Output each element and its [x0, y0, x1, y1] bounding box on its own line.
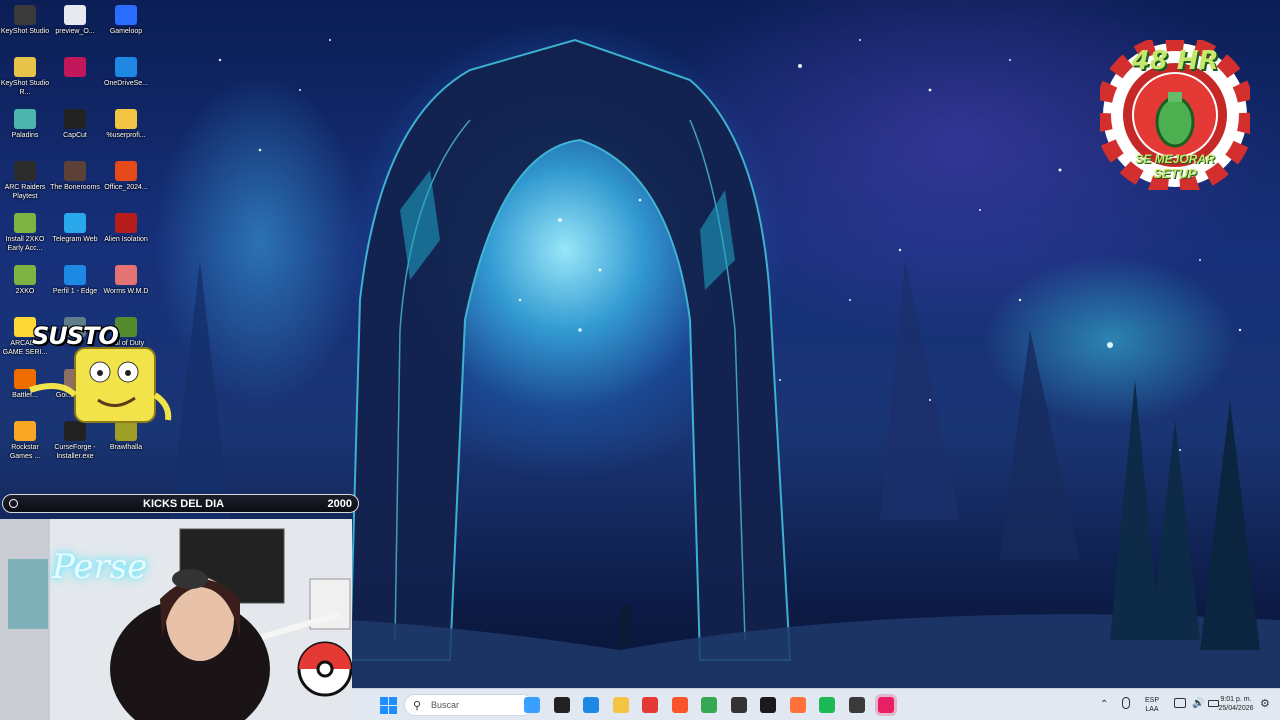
desktop-icon[interactable]: Worms W.M.D — [101, 265, 151, 296]
kicks-count: 2000 — [327, 498, 352, 510]
desktop-icon[interactable]: Office_2024... — [101, 161, 151, 192]
app-icon — [14, 109, 36, 129]
desktop-icon-label: Telegram Web — [52, 236, 98, 243]
clock-time: 9:01 p. m. — [1220, 696, 1252, 703]
stream-badge-48hr: 48 HR SE MEJORAR SETUP — [1095, 35, 1255, 195]
app-icon — [64, 57, 86, 77]
desktop-icon-label: Rockstar Games ... — [9, 444, 41, 460]
desktop-icon[interactable]: CapCut — [50, 109, 100, 140]
kicks-counter-bar: KICKS DEL DIA 2000 — [2, 494, 359, 513]
search-icon: ⚲ — [413, 700, 422, 712]
app-icon — [14, 161, 36, 181]
susto-text: SUSTO — [32, 322, 119, 350]
desktop-icon-label: KeyShot Studio — [0, 28, 50, 35]
desktop-icon[interactable]: 2XKO — [0, 265, 50, 296]
opera-icon[interactable] — [642, 697, 658, 713]
desktop-icon-label: KeyShot Studio R... — [0, 80, 50, 96]
app-icon — [64, 265, 86, 285]
desktop-icon[interactable] — [50, 57, 100, 79]
search-placeholder: Buscar — [431, 700, 460, 710]
desktop-icon-label: Alien Isolation — [104, 236, 148, 243]
windows-logo-icon — [380, 697, 397, 714]
desktop-icon-label: CurseForge - Installer.exe — [54, 444, 96, 460]
app-icon — [14, 265, 36, 285]
language-code: ESP — [1144, 697, 1159, 704]
keyboard-layout: LAA — [1145, 706, 1159, 713]
desktop-icon-label: Office_2024... — [104, 184, 148, 191]
language-indicator[interactable]: ESP LAA — [1140, 696, 1164, 714]
desktop-icon-label: preview_O... — [55, 28, 95, 35]
app-icon — [115, 213, 137, 233]
app-icon — [115, 161, 137, 181]
desktop-icon[interactable]: preview_O... — [50, 5, 100, 36]
clock-date: 25/04/2026 — [1218, 705, 1254, 712]
desktop-icon[interactable]: Gameloop — [101, 5, 151, 36]
desktop-icon[interactable]: %userprofi... — [101, 109, 151, 140]
desktop-icon-label: Brawlhalla — [109, 444, 143, 451]
edge-icon[interactable] — [583, 697, 599, 713]
chrome-icon[interactable] — [701, 697, 717, 713]
epic-games-icon[interactable] — [760, 697, 776, 713]
app-icon — [115, 109, 137, 129]
app-icon — [64, 109, 86, 129]
desktop-icon-label: The Bonerooms — [50, 184, 100, 191]
spotify-icon[interactable] — [819, 697, 835, 713]
app-icon — [64, 5, 86, 25]
desktop-icon[interactable]: The Bonerooms — [50, 161, 100, 192]
kicks-label: KICKS DEL DIA — [143, 498, 225, 510]
unity-icon[interactable] — [730, 697, 747, 713]
desktop-icon-label: Perfil 1 - Edge — [52, 288, 98, 295]
app-icon — [14, 213, 36, 233]
notifications-icon[interactable]: ⚙ — [1260, 697, 1270, 710]
desktop-icon[interactable]: OneDriveSe... — [101, 57, 151, 88]
app-icon — [64, 213, 86, 233]
clock[interactable]: 9:01 p. m. 25/04/2026 — [1214, 695, 1258, 713]
app-icon — [115, 265, 137, 285]
desktop-icon-label: %userprofi... — [106, 132, 146, 139]
firefox-icon[interactable] — [789, 697, 806, 713]
tray-chevron-icon[interactable]: ⌃ — [1100, 699, 1108, 710]
desktop-icon[interactable]: KeyShot Studio — [0, 5, 50, 36]
app-icon — [64, 161, 86, 181]
start-button[interactable] — [380, 697, 397, 714]
obs-icon[interactable] — [848, 697, 865, 713]
network-icon[interactable] — [1174, 698, 1186, 708]
microphone-icon[interactable] — [1122, 697, 1130, 709]
desktop-icon[interactable]: Paladins — [0, 109, 50, 140]
badge-bottom-text-1: SE MEJORAR — [1135, 152, 1215, 166]
desktop-icon-label: Paladins — [11, 132, 39, 139]
kicks-dot-icon — [9, 499, 18, 508]
badge-top-text: 48 HR — [1131, 46, 1219, 76]
badge-bottom-text-2: SETUP — [1153, 166, 1197, 181]
taskbar-search-box[interactable]: ⚲ Buscar — [404, 694, 534, 716]
desktop-icon[interactable]: Install 2XKO Early Acc... — [0, 213, 50, 253]
terminal-icon[interactable] — [553, 697, 570, 713]
app-icon — [115, 5, 137, 25]
desktop-icon-label: Gameloop — [109, 28, 143, 35]
desktop-icon[interactable]: KeyShot Studio R... — [0, 57, 50, 97]
desktop-icon[interactable]: Alien Isolation — [101, 213, 151, 244]
desktop-icon-label: OneDriveSe... — [104, 80, 148, 87]
webcam-feed: Perse — [0, 519, 352, 720]
desktop-icon-label: Install 2XKO Early Acc... — [5, 236, 45, 252]
app-icon — [14, 57, 36, 77]
susto-sticker: SUSTO — [20, 320, 175, 430]
volume-icon[interactable]: 🔊 — [1192, 698, 1204, 709]
taskbar: ⚲ Buscar ⌃ ESP LAA 🔊 9:01 p. m. 25/04/20… — [352, 688, 1280, 720]
desktop-icon[interactable]: Perfil 1 - Edge — [50, 265, 100, 296]
brave-icon[interactable] — [671, 697, 688, 713]
desktop-icon-label: 2XKO — [15, 288, 35, 295]
tiktok-icon[interactable] — [878, 697, 894, 713]
desktop-icon-label: CapCut — [63, 132, 87, 139]
app-icon — [115, 57, 137, 77]
desktop-icon[interactable]: ARC Raiders Playtest — [0, 161, 50, 201]
desktop-icon-label: Worms W.M.D — [103, 288, 149, 295]
webcam-neon-sign: Perse — [52, 547, 148, 587]
desktop-icon-label: ARC Raiders Playtest — [4, 184, 46, 200]
desktop-icon[interactable]: Telegram Web — [50, 213, 100, 244]
widgets-icon[interactable] — [524, 697, 540, 713]
file-explorer-icon[interactable] — [612, 697, 629, 713]
app-icon — [14, 5, 36, 25]
